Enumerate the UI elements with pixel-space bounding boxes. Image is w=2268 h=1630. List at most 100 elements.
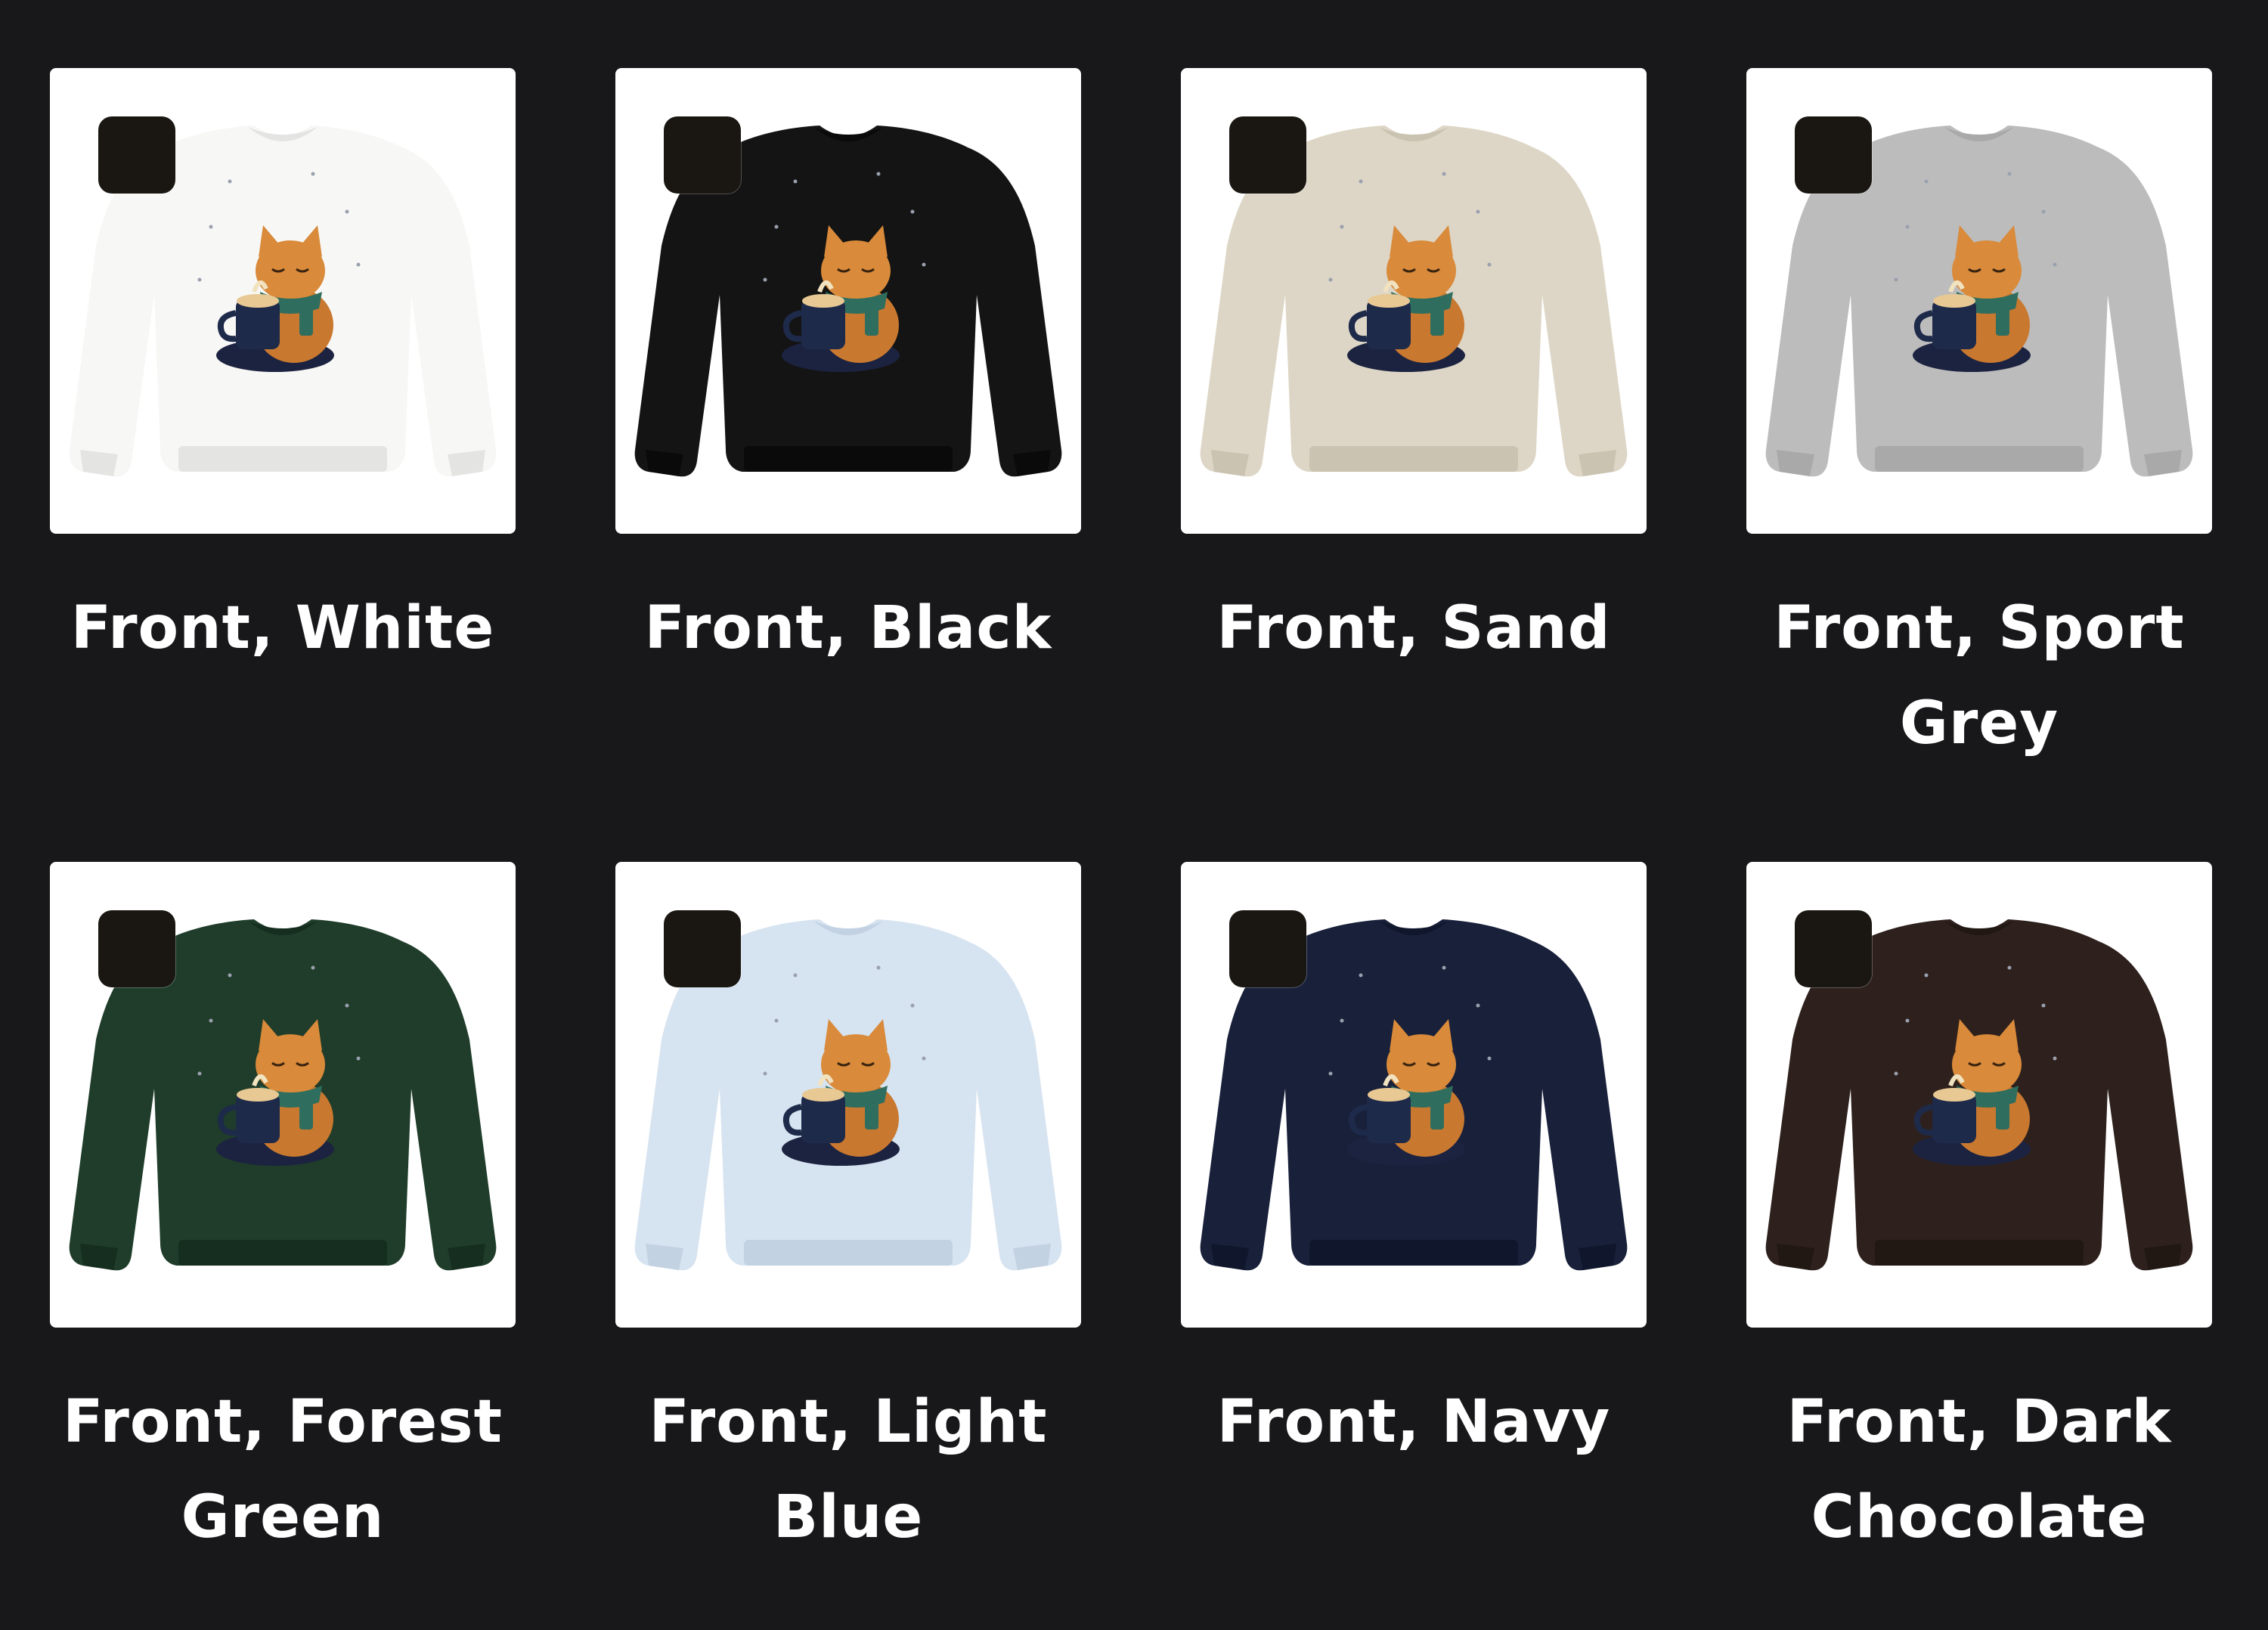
- sweater-hem: [1309, 1240, 1518, 1266]
- variant-card-forest-green[interactable]: Front, Forest Green: [50, 862, 516, 1630]
- product-thumbnail[interactable]: [1746, 68, 2212, 534]
- cat-scarf-tail: [1430, 302, 1444, 336]
- snowflake: [2041, 1003, 2046, 1008]
- snowflake: [910, 209, 915, 214]
- snowflake: [1359, 973, 1363, 978]
- mug-foam: [1933, 294, 1975, 308]
- color-swatch-icon: [98, 910, 175, 987]
- variant-label: Front, Dark Chocolate: [1786, 1388, 2172, 1551]
- variant-card-white[interactable]: Front, White: [50, 68, 516, 836]
- sweater-left-cuff: [1777, 450, 1814, 476]
- sweater-hem: [744, 446, 953, 472]
- snowflake: [2007, 172, 2012, 176]
- variant-label: Front, Black: [644, 594, 1052, 662]
- variant-label: Front, Sand: [1216, 594, 1611, 662]
- snowflake: [1340, 1018, 1344, 1023]
- color-swatch-icon: [1795, 910, 1872, 987]
- sweater-right-cuff: [1579, 1244, 1616, 1270]
- sweater-hem: [1309, 446, 1518, 472]
- sweater-left-cuff: [1211, 450, 1249, 476]
- variant-card-light-blue[interactable]: Front, Light Blue: [615, 862, 1081, 1630]
- snowflake: [1894, 277, 1898, 282]
- variant-label: Front, Forest Green: [63, 1388, 503, 1551]
- mug-foam: [1368, 294, 1410, 308]
- variant-card-sand[interactable]: Front, Sand: [1181, 68, 1647, 836]
- sweater-hem: [1875, 1240, 2084, 1266]
- cat-scarf-tail: [1996, 302, 2009, 336]
- snowflake: [311, 965, 315, 970]
- snowflake: [763, 1071, 767, 1076]
- snowflake: [356, 262, 361, 267]
- variant-label: Front, Navy: [1216, 1388, 1611, 1456]
- variant-label: Front, White: [70, 594, 495, 662]
- variant-label: Front, Light Blue: [649, 1388, 1048, 1551]
- snowflake: [1487, 262, 1492, 267]
- snowflake: [1359, 179, 1363, 184]
- snowflake: [2007, 965, 2012, 970]
- product-thumbnail[interactable]: [50, 68, 516, 534]
- sweater-left-cuff: [646, 1244, 683, 1270]
- snowflake: [1487, 1056, 1492, 1061]
- snowflake: [2041, 209, 2046, 214]
- snowflake: [922, 1056, 926, 1061]
- snowflake: [774, 225, 779, 229]
- snowflake: [197, 1071, 202, 1076]
- snowflake: [345, 1003, 349, 1008]
- sweater-hem: [178, 1240, 387, 1266]
- color-swatch-icon: [1229, 116, 1306, 194]
- snowflake: [1328, 277, 1333, 282]
- snowflake: [228, 179, 232, 184]
- snowflake: [311, 172, 315, 176]
- product-thumbnail[interactable]: [1181, 68, 1647, 534]
- sweater-right-cuff: [448, 1244, 485, 1270]
- sweater-right-cuff: [448, 450, 485, 476]
- snowflake: [876, 965, 881, 970]
- cat-scarf-tail: [1996, 1096, 2009, 1130]
- snowflake: [1328, 1071, 1333, 1076]
- variant-grid: Front, White Front, Black Front, Sand Fr…: [50, 68, 2212, 1630]
- snowflake: [910, 1003, 915, 1008]
- product-thumbnail[interactable]: [615, 68, 1081, 534]
- variant-card-black[interactable]: Front, Black: [615, 68, 1081, 836]
- mug-foam: [237, 1088, 279, 1102]
- sweater-hem: [178, 446, 387, 472]
- snowflake: [1924, 973, 1929, 978]
- color-swatch-icon: [1229, 910, 1306, 987]
- sweater-hem: [744, 1240, 953, 1266]
- product-thumbnail[interactable]: [50, 862, 516, 1328]
- sweater-left-cuff: [80, 450, 118, 476]
- snowflake: [2053, 1056, 2057, 1061]
- snowflake: [197, 277, 202, 282]
- snowflake: [345, 209, 349, 214]
- mug-foam: [802, 294, 844, 308]
- snowflake: [793, 973, 798, 978]
- product-thumbnail[interactable]: [1746, 862, 2212, 1328]
- snowflake: [1924, 179, 1929, 184]
- color-swatch-icon: [98, 116, 175, 194]
- cat-scarf-tail: [865, 302, 878, 336]
- sweater-hem: [1875, 446, 2084, 472]
- mug-foam: [1933, 1088, 1975, 1102]
- snowflake: [209, 225, 213, 229]
- cat-scarf-tail: [299, 1096, 313, 1130]
- variant-card-sport-grey[interactable]: Front, Sport Grey: [1746, 68, 2212, 836]
- sweater-right-cuff: [1013, 1244, 1051, 1270]
- snowflake: [209, 1018, 213, 1023]
- variant-card-navy[interactable]: Front, Navy: [1181, 862, 1647, 1630]
- cat-scarf-tail: [299, 302, 313, 336]
- snowflake: [1905, 225, 1910, 229]
- sweater-right-cuff: [2144, 1244, 2182, 1270]
- product-thumbnail[interactable]: [1181, 862, 1647, 1328]
- product-thumbnail[interactable]: [615, 862, 1081, 1328]
- snowflake: [1905, 1018, 1910, 1023]
- snowflake: [922, 262, 926, 267]
- snowflake: [1442, 965, 1446, 970]
- snowflake: [763, 277, 767, 282]
- sweater-right-cuff: [2144, 450, 2182, 476]
- snowflake: [876, 172, 881, 176]
- sweater-left-cuff: [1777, 1244, 1814, 1270]
- snowflake: [2053, 262, 2057, 267]
- color-swatch-icon: [1795, 116, 1872, 194]
- snowflake: [1442, 172, 1446, 176]
- variant-card-dark-chocolate[interactable]: Front, Dark Chocolate: [1746, 862, 2212, 1630]
